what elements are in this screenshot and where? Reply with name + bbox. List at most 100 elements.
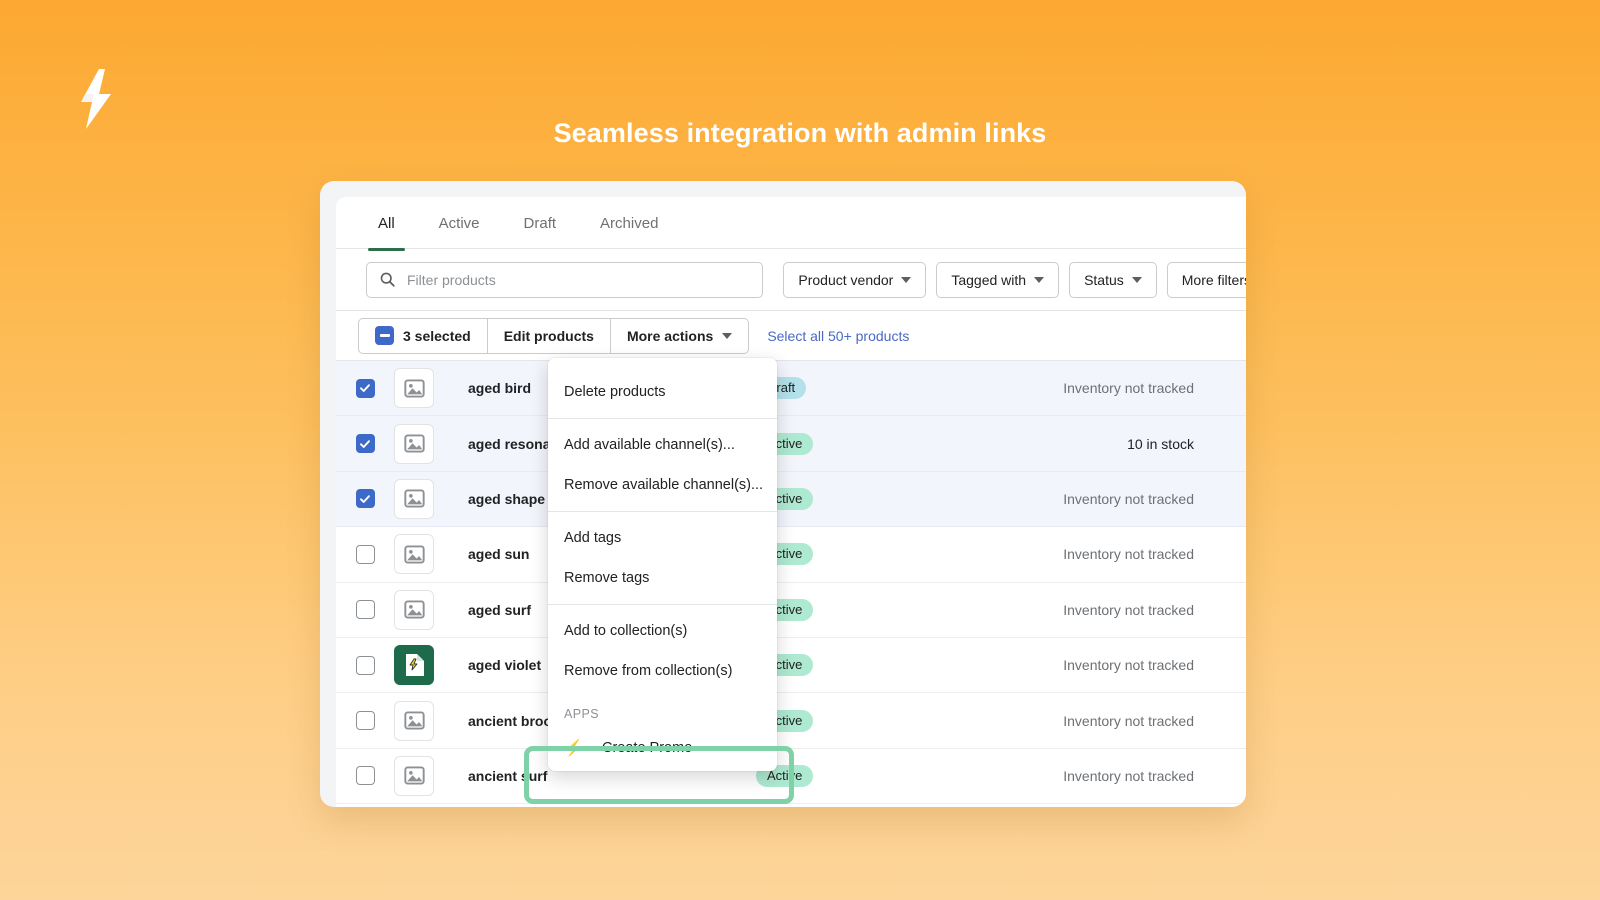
tab-label: Active — [438, 214, 480, 232]
row-thumbnail-cell — [394, 478, 446, 519]
chevron-down-icon — [1034, 276, 1045, 283]
row-checkbox-cell — [336, 600, 394, 620]
product-inventory: Inventory not tracked — [1063, 657, 1194, 674]
product-status-cell: Active — [756, 432, 956, 455]
product-inventory: Inventory not tracked — [1063, 546, 1194, 563]
filter-label: Tagged with — [951, 271, 1027, 288]
product-inventory: Inventory not tracked — [1063, 380, 1194, 397]
edit-products-label: Edit products — [503, 327, 594, 344]
more-actions-button[interactable]: More actions — [611, 319, 748, 353]
more-actions-dropdown: Delete products Add available channel(s).… — [548, 358, 777, 771]
bulk-action-bar: 3 selected Edit products More actions Se… — [336, 311, 1246, 361]
row-thumbnail-cell — [394, 700, 446, 741]
product-inventory: Inventory not tracked — [1063, 601, 1194, 618]
search-icon — [380, 272, 395, 287]
admin-panel-card: All Active Draft Archived Filter product… — [320, 181, 1246, 807]
filter-toolbar: Filter products Product vendor Tagged wi… — [336, 249, 1246, 311]
menu-item-remove-tags[interactable]: Remove tags — [548, 558, 777, 598]
row-checkbox-cell — [336, 434, 394, 454]
table-row[interactable]: aged resonance Active 10 in stock — [336, 416, 1246, 472]
chevron-down-icon — [1131, 276, 1142, 283]
page-title: Seamless integration with admin links — [553, 118, 1047, 148]
row-thumbnail-cell — [394, 589, 446, 630]
search-input[interactable]: Filter products — [366, 261, 764, 298]
row-checkbox-cell — [336, 766, 394, 786]
checkbox-unchecked-icon[interactable] — [355, 711, 375, 731]
menu-item-add-to-collection-s[interactable]: Add to collection(s) — [548, 611, 777, 651]
checkbox-checked-icon[interactable] — [355, 489, 375, 509]
selected-count-label: 3 selected — [403, 327, 471, 344]
menu-group: Delete products — [548, 366, 777, 418]
apps-section-label: APPS — [564, 707, 599, 721]
checkbox-unchecked-icon[interactable] — [355, 766, 375, 786]
checkbox-unchecked-icon[interactable] — [355, 655, 375, 675]
image-placeholder-icon — [394, 368, 434, 409]
product-table: aged bird Draft Inventory not tracked aged … — [336, 361, 1246, 805]
checkbox-checked-icon[interactable] — [355, 434, 375, 454]
image-placeholder-icon — [394, 478, 434, 519]
filter-product-vendor[interactable]: Product vendor — [783, 261, 927, 298]
menu-item-add-tags[interactable]: Add tags — [548, 518, 777, 558]
tab-label: Archived — [600, 214, 659, 232]
image-placeholder-icon — [394, 534, 434, 575]
product-status-cell: Active — [756, 654, 956, 677]
row-checkbox-cell — [336, 655, 394, 675]
filter-status[interactable]: Status — [1069, 261, 1157, 298]
table-row[interactable]: ancient surf Active Inventory not tracked — [336, 749, 1246, 805]
menu-item-delete-products[interactable]: Delete products — [548, 372, 777, 412]
filter-label: More filters — [1181, 271, 1246, 288]
tab-active[interactable]: Active — [417, 197, 502, 249]
tab-draft[interactable]: Draft — [502, 197, 579, 249]
row-thumbnail-cell — [394, 534, 446, 575]
chevron-down-icon — [901, 276, 912, 283]
row-checkbox-cell — [336, 544, 394, 564]
tab-label: All — [378, 214, 395, 232]
row-thumbnail-cell — [394, 423, 446, 464]
table-row[interactable]: ancient brook Active Inventory not tracked — [336, 693, 1246, 749]
app-promo-icon — [394, 645, 434, 686]
bulk-select-toggle[interactable]: 3 selected — [359, 318, 488, 353]
row-checkbox-cell — [336, 711, 394, 731]
more-actions-label: More actions — [626, 327, 714, 344]
product-status-cell: Active — [756, 543, 956, 566]
select-all-link[interactable]: Select all 50+ products — [767, 328, 909, 344]
table-row[interactable]: aged surf Active Inventory not tracked — [336, 583, 1246, 638]
row-checkbox-cell — [336, 489, 394, 509]
product-status-cell: Draft — [756, 377, 956, 400]
menu-item-create-promo[interactable]: ⚡ Create Promo — [548, 725, 777, 771]
menu-item-remove-available-channel-s[interactable]: Remove available channel(s)... — [548, 465, 777, 505]
checkbox-unchecked-icon[interactable] — [355, 544, 375, 564]
image-placeholder-icon — [394, 700, 434, 741]
row-checkbox-cell — [336, 378, 394, 398]
product-inventory: Inventory not tracked — [1063, 490, 1194, 507]
menu-item-remove-from-collection-s[interactable]: Remove from collection(s) — [548, 651, 777, 691]
checkbox-unchecked-icon[interactable] — [355, 600, 375, 620]
bulk-button-group: 3 selected Edit products More actions — [358, 317, 750, 354]
product-status-cell: Active — [756, 487, 956, 510]
filter-label: Product vendor — [798, 271, 894, 288]
products-panel: All Active Draft Archived Filter product… — [336, 197, 1246, 807]
filter-label: Status — [1084, 271, 1124, 288]
filter-tagged-with[interactable]: Tagged with — [936, 261, 1060, 298]
lightning-bolt-icon: ⚡ — [564, 740, 584, 757]
table-row[interactable]: aged bird Draft Inventory not tracked — [336, 361, 1246, 417]
tab-archived[interactable]: Archived — [578, 197, 680, 249]
image-placeholder-icon — [394, 423, 434, 464]
menu-item-add-available-channel-s[interactable]: Add available channel(s)... — [548, 425, 777, 465]
table-row[interactable]: aged violet Active Inventory not tracked — [336, 638, 1246, 694]
menu-group: Add to collection(s) Remove from collecti… — [548, 604, 777, 697]
table-row[interactable]: aged shape Active Inventory not tracked — [336, 471, 1246, 528]
table-row[interactable]: aged sun Active Inventory not tracked — [336, 527, 1246, 583]
image-placeholder-icon — [394, 589, 434, 630]
menu-item-label: Create Promo — [602, 740, 693, 756]
product-inventory: 10 in stock — [1127, 435, 1194, 452]
filter-more-filters[interactable]: More filters — [1166, 261, 1246, 298]
checkbox-checked-icon[interactable] — [355, 378, 375, 398]
product-status-cell: Active — [756, 764, 956, 787]
tab-all[interactable]: All — [356, 197, 417, 251]
edit-products-button[interactable]: Edit products — [488, 318, 611, 353]
indeterminate-checkbox-icon[interactable] — [375, 326, 394, 345]
row-thumbnail-cell — [394, 755, 446, 796]
search-placeholder: Filter products — [407, 271, 496, 288]
filter-buttons: Product vendor Tagged with Status More f… — [773, 261, 1246, 298]
